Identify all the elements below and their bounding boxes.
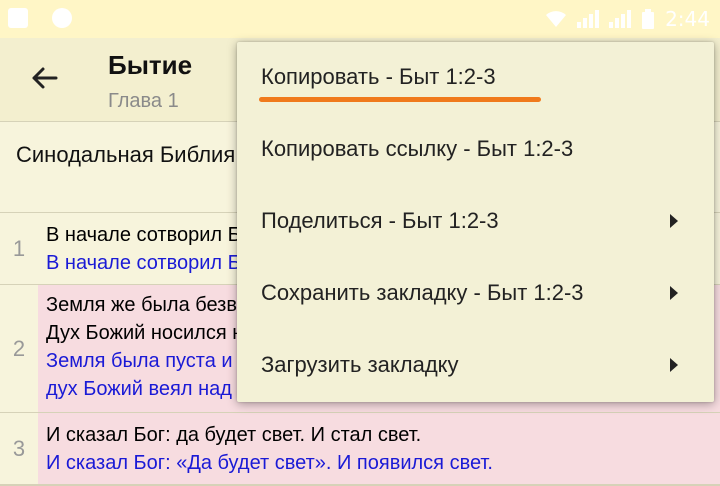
submenu-arrow-icon bbox=[670, 286, 678, 300]
submenu-arrow-icon bbox=[670, 358, 678, 372]
verse-number: 2 bbox=[12, 335, 26, 361]
verse-text: И сказал Бог: да будет свет. И стал свет… bbox=[38, 413, 720, 484]
menu-item-label: Загрузить закладку bbox=[261, 352, 459, 377]
app-notification-icon bbox=[52, 8, 72, 28]
menu-item-copy[interactable]: Копировать - Быт 1:2-3 bbox=[237, 42, 714, 114]
highlight-underline bbox=[259, 97, 541, 102]
menu-item-label: Копировать ссылку - Быт 1:2-3 bbox=[261, 136, 574, 161]
page-title: Бытие bbox=[108, 50, 193, 80]
signal-icon bbox=[577, 10, 600, 28]
gallery-notification-icon bbox=[8, 8, 28, 28]
menu-item-label: Поделиться - Быт 1:2-3 bbox=[261, 208, 499, 233]
menu-item-save-bookmark[interactable]: Сохранить закладку - Быт 1:2-3 bbox=[237, 258, 714, 330]
menu-item-load-bookmark[interactable]: Загрузить закладку bbox=[237, 330, 714, 402]
status-clock: 2:44 bbox=[665, 7, 710, 31]
verse-row[interactable]: 3 И сказал Бог: да будет свет. И стал св… bbox=[0, 412, 720, 484]
verse-line: И сказал Бог: «Да будет свет». И появилс… bbox=[46, 452, 493, 474]
verse-line: И сказал Бог: да будет свет. И стал свет… bbox=[46, 424, 422, 446]
page-subtitle: Глава 1 bbox=[108, 90, 179, 112]
wifi-icon bbox=[546, 11, 567, 27]
verse-number: 1 bbox=[12, 235, 26, 261]
menu-item-share[interactable]: Поделиться - Быт 1:2-3 bbox=[237, 186, 714, 258]
menu-item-label: Копировать - Быт 1:2-3 bbox=[261, 64, 496, 89]
signal-2-icon bbox=[609, 10, 632, 28]
back-button[interactable] bbox=[24, 58, 64, 98]
arrow-back-icon bbox=[32, 67, 58, 89]
submenu-arrow-icon bbox=[670, 214, 678, 228]
verse-number: 3 bbox=[12, 435, 26, 461]
battery-icon bbox=[642, 9, 655, 29]
menu-item-copy-link[interactable]: Копировать ссылку - Быт 1:2-3 bbox=[237, 114, 714, 186]
status-bar: 2:44 bbox=[0, 0, 720, 38]
translation-name: Синодальная Библия bbox=[16, 142, 236, 167]
menu-item-label: Сохранить закладку - Быт 1:2-3 bbox=[261, 280, 584, 305]
status-icons: 2:44 bbox=[545, 0, 710, 38]
context-menu: Копировать - Быт 1:2-3 Копировать ссылку… bbox=[237, 42, 714, 402]
